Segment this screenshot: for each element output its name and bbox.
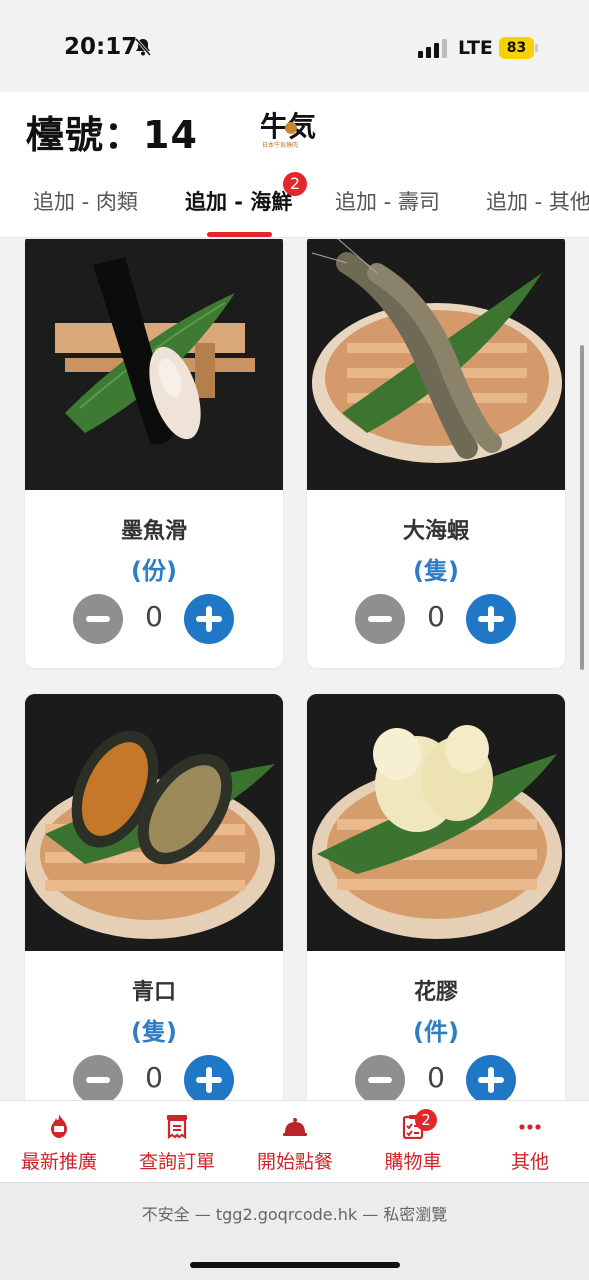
tab-meat[interactable]: 追加 - 肉類 bbox=[33, 186, 138, 216]
status-time: 20:17 bbox=[64, 34, 138, 60]
tab-sushi[interactable]: 追加 - 壽司 bbox=[335, 186, 440, 216]
tab-seafood-badge: 2 bbox=[283, 172, 307, 196]
cloche-icon bbox=[283, 1118, 307, 1136]
quantity-stepper: 0 bbox=[307, 594, 565, 644]
increase-button[interactable] bbox=[466, 594, 516, 644]
item-unit: (隻) bbox=[413, 557, 459, 585]
increase-button[interactable] bbox=[466, 1055, 516, 1100]
item-image bbox=[307, 694, 565, 951]
decrease-button[interactable] bbox=[355, 594, 405, 644]
cart-badge: 2 bbox=[415, 1109, 437, 1131]
nav-label: 最新推廣 bbox=[20, 1151, 97, 1173]
fire-icon bbox=[51, 1114, 67, 1138]
item-image bbox=[25, 694, 283, 951]
url-text[interactable]: 不安全 — tgg2.goqrcode.hk — 私密瀏覽 bbox=[0, 1201, 589, 1225]
increase-button[interactable] bbox=[184, 1055, 234, 1100]
decrease-button[interactable] bbox=[73, 1055, 123, 1100]
quantity-value: 0 bbox=[427, 600, 445, 633]
bottom-nav: 最新推廣 查詢訂單 開始點餐 購物車 2 其他 bbox=[0, 1100, 589, 1182]
item-unit: (隻) bbox=[131, 1018, 177, 1046]
more-dots-icon bbox=[519, 1124, 541, 1130]
item-unit: (件) bbox=[413, 1018, 459, 1046]
nav-label: 開始點餐 bbox=[256, 1151, 333, 1173]
quantity-stepper: 0 bbox=[25, 594, 283, 644]
item-name: 墨魚滑 bbox=[120, 519, 187, 544]
tab-others[interactable]: 追加 - 其他 bbox=[486, 186, 589, 216]
battery-level: 83 bbox=[499, 37, 534, 59]
quantity-stepper: 0 bbox=[307, 1055, 565, 1100]
nav-label: 查詢訂單 bbox=[138, 1151, 215, 1173]
nav-more[interactable]: 其他 bbox=[471, 1101, 589, 1183]
status-bar: 20:17 LTE 83 bbox=[0, 0, 589, 92]
browser-url-bar[interactable]: 不安全 — tgg2.goqrcode.hk — 私密瀏覽 bbox=[0, 1182, 589, 1280]
nav-promotions[interactable]: 最新推廣 bbox=[0, 1101, 118, 1183]
nav-cart[interactable]: 購物車 bbox=[354, 1101, 472, 1183]
item-name: 青口 bbox=[131, 980, 176, 1005]
menu-grid: 墨魚滑 (份) 0 大海蝦 (隻) 0 青口 (隻) 0 花膠 (件) 0 bbox=[0, 239, 589, 1100]
quantity-value: 0 bbox=[427, 1061, 445, 1094]
scrollbar[interactable] bbox=[580, 345, 584, 670]
item-image bbox=[307, 239, 565, 490]
active-tab-indicator bbox=[207, 232, 272, 237]
decrease-button[interactable] bbox=[355, 1055, 405, 1100]
home-indicator[interactable] bbox=[190, 1262, 400, 1268]
nav-label: 購物車 bbox=[384, 1151, 442, 1173]
item-name: 花膠 bbox=[413, 980, 458, 1005]
nav-order-history[interactable]: 查詢訂單 bbox=[118, 1101, 236, 1183]
tab-seafood[interactable]: 追加 - 海鮮 bbox=[185, 186, 292, 216]
quantity-value: 0 bbox=[145, 1061, 163, 1094]
receipt-icon bbox=[167, 1115, 187, 1139]
quantity-stepper: 0 bbox=[25, 1055, 283, 1100]
menu-item-card: 花膠 (件) 0 bbox=[307, 694, 565, 1100]
menu-item-card: 青口 (隻) 0 bbox=[25, 694, 283, 1100]
page-header: 檯號：14 牛気 日本牛気燒肉 追加 - 肉類 追加 - 海鮮 追加 - 壽司 … bbox=[0, 92, 589, 238]
menu-item-card: 墨魚滑 (份) 0 bbox=[25, 239, 283, 668]
item-name: 大海蝦 bbox=[402, 519, 469, 544]
battery-icon: 83 bbox=[499, 37, 539, 59]
nav-start-order[interactable]: 開始點餐 bbox=[236, 1101, 354, 1183]
signal-icon bbox=[418, 39, 447, 58]
item-image bbox=[25, 239, 283, 490]
item-unit: (份) bbox=[131, 557, 177, 585]
nav-label: 其他 bbox=[510, 1151, 549, 1173]
network-type: LTE bbox=[458, 37, 493, 59]
svg-text:日本牛気燒肉: 日本牛気燒肉 bbox=[262, 141, 298, 149]
decrease-button[interactable] bbox=[73, 594, 123, 644]
menu-item-card: 大海蝦 (隻) 0 bbox=[307, 239, 565, 668]
quantity-value: 0 bbox=[145, 600, 163, 633]
increase-button[interactable] bbox=[184, 594, 234, 644]
bell-muted-icon bbox=[134, 38, 152, 56]
table-number: 檯號：14 bbox=[26, 113, 198, 157]
restaurant-logo: 牛気 日本牛気燒肉 bbox=[260, 110, 316, 149]
